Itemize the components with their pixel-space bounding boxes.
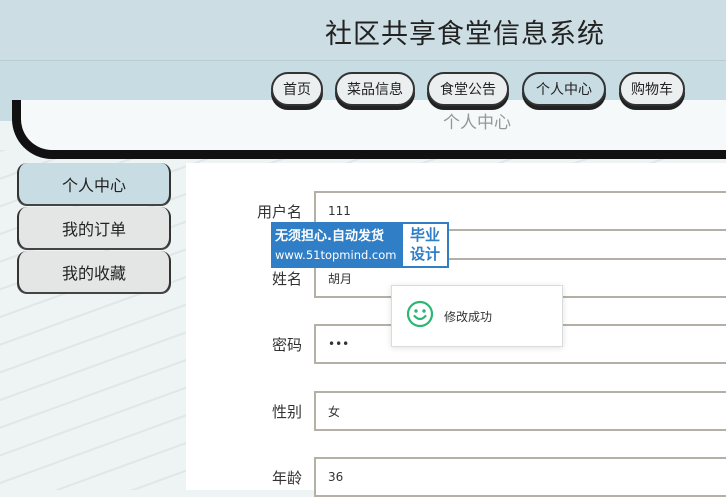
sidebar: 个人中心 我的订单 我的收藏 xyxy=(17,163,171,295)
nav-notice-button[interactable]: 食堂公告 xyxy=(427,72,509,106)
sidebar-item-profile[interactable]: 个人中心 xyxy=(17,163,171,204)
watermark-left: 无须担心.自动发货 www.51topmind.com xyxy=(271,222,401,268)
watermark-badge: 无须担心.自动发货 www.51topmind.com 毕业 设计 xyxy=(271,222,449,268)
form-row-age: 年龄 36 xyxy=(186,457,726,497)
age-input[interactable]: 36 xyxy=(314,457,726,497)
nav-profile-button[interactable]: 个人中心 xyxy=(522,72,606,106)
gender-label: 性别 xyxy=(271,403,302,421)
watermark-line1: 无须担心.自动发货 xyxy=(275,229,384,244)
form-row-username: 用户名 111 xyxy=(186,191,726,231)
watermark-line2: www.51topmind.com xyxy=(275,248,397,262)
app-title: 社区共享食堂信息系统 xyxy=(325,19,605,50)
name-label: 姓名 xyxy=(271,270,302,288)
gender-input[interactable]: 女 xyxy=(314,391,726,431)
nav-home-button[interactable]: 首页 xyxy=(271,72,323,106)
form-row-gender: 性别 女 xyxy=(186,391,726,431)
sidebar-item-favorites[interactable]: 我的收藏 xyxy=(17,251,171,292)
watermark-right-line1: 毕业 xyxy=(409,226,440,244)
watermark-right-line2: 设计 xyxy=(409,245,440,263)
nav-ghost-label: 个人中心 xyxy=(443,113,511,133)
nav-cart-button[interactable]: 购物车 xyxy=(619,72,685,106)
success-toast: 修改成功 xyxy=(391,285,563,347)
smile-icon xyxy=(406,300,434,332)
watermark-right: 毕业 设计 xyxy=(401,222,449,268)
sidebar-item-orders[interactable]: 我的订单 xyxy=(17,207,171,248)
nav-underline-decoration xyxy=(12,100,726,159)
toast-message: 修改成功 xyxy=(444,309,493,324)
username-label: 用户名 xyxy=(256,203,302,221)
nav-dishes-button[interactable]: 菜品信息 xyxy=(335,72,415,106)
header-bar: 社区共享食堂信息系统 xyxy=(0,0,726,61)
password-label: 密码 xyxy=(271,336,302,354)
age-label: 年龄 xyxy=(271,469,302,487)
